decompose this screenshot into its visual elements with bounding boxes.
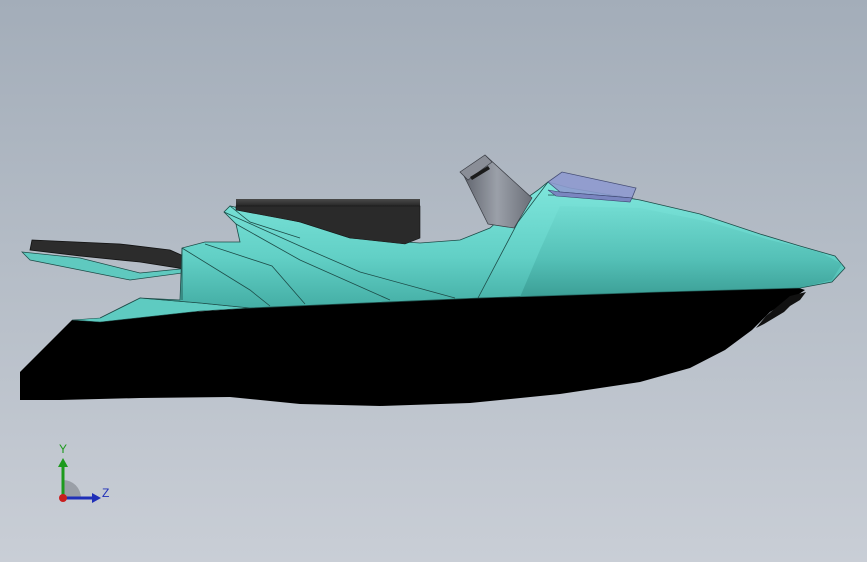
3d-viewport[interactable]: Y Z [0, 0, 867, 562]
origin-dot-icon [59, 494, 67, 502]
seat-top [236, 199, 420, 206]
z-axis-arrow-icon [92, 493, 101, 503]
nose-shade [520, 206, 842, 297]
axis-triad: Y Z [48, 440, 118, 510]
z-axis-label: Z [102, 486, 110, 500]
y-axis-arrow-icon [58, 458, 68, 467]
y-axis-label: Y [59, 442, 68, 456]
jet-ski-model[interactable] [0, 0, 867, 562]
